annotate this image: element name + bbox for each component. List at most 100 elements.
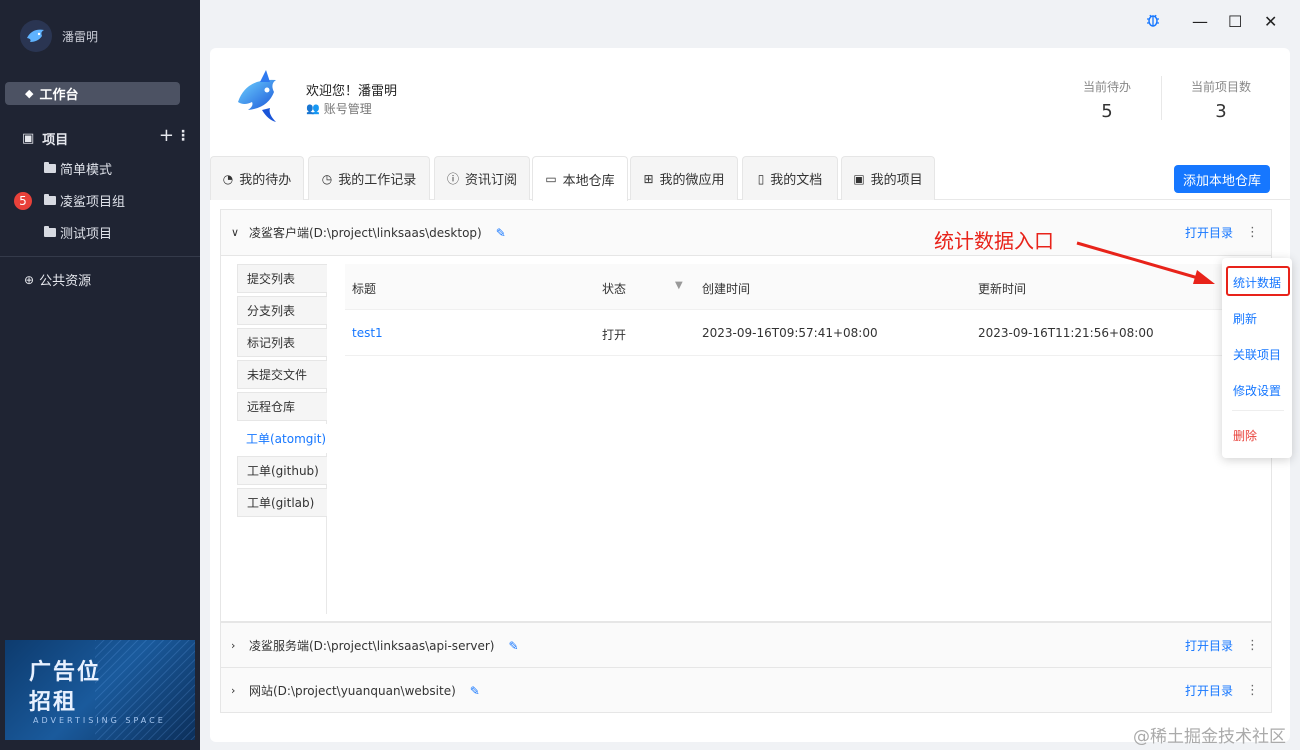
sidebar-item-label: 凌鲨项目组 xyxy=(60,194,126,210)
sidebar: 潘雷明 ◆ 工作台 ▣ 项目 + ⋮ 简单模式 5 凌鲨项目组 测试项目 ⊕ 公… xyxy=(0,0,200,750)
repo-header[interactable]: › 凌鲨服务端(D:\project\linksaas\api-server) … xyxy=(221,623,1271,668)
subnav-item[interactable]: 标记列表 xyxy=(237,328,327,357)
tab-bar: ◔ 我的待办 ◷ 我的工作记录 ⓘ 资讯订阅 ▭ 本地仓库 ⊞ 我的微应用 ▯ 我的文档 ▣… xyxy=(210,156,1290,201)
open-folder-link[interactable]: 打开目录 xyxy=(1185,682,1233,699)
tab-work-records[interactable]: ◷ 我的工作记录 xyxy=(308,156,430,200)
repo-header[interactable]: › 网站(D:\project\yuanquan\website) ✎ 打开目录… xyxy=(221,668,1271,713)
bug-icon[interactable] xyxy=(1145,12,1161,32)
tab-my-todo[interactable]: ◔ 我的待办 xyxy=(210,156,304,200)
repo-name: 凌鲨服务端(D:\project\linksaas\api-server) xyxy=(249,639,495,653)
folder-icon: ▭ xyxy=(545,172,557,186)
grid-icon: ⊞ xyxy=(643,171,654,186)
annotation-arrow-icon xyxy=(1076,241,1215,284)
chevron-right-icon[interactable]: › xyxy=(231,639,245,652)
tab-my-projects[interactable]: ▣ 我的项目 xyxy=(841,156,935,200)
stat-value: 5 xyxy=(1101,101,1113,122)
subnav-item[interactable]: 提交列表 xyxy=(237,264,327,293)
more-icon[interactable]: ⋮ xyxy=(1246,683,1259,698)
subnav-item-active[interactable]: 工单(atomgit) xyxy=(237,424,327,453)
user-profile[interactable]: 潘雷明 xyxy=(20,20,98,52)
more-icon[interactable]: ⋮ xyxy=(1246,225,1259,240)
add-local-repo-button[interactable]: 添加本地仓库 xyxy=(1174,165,1270,193)
subnav-item[interactable]: 分支列表 xyxy=(237,296,327,325)
sidebar-item-workbench[interactable]: ◆ 工作台 xyxy=(5,82,180,105)
ad-title: 广告位 xyxy=(29,660,102,685)
ad-banner[interactable]: 广告位 招租 ADVERTISING SPACE xyxy=(5,640,195,740)
tab-label: 本地仓库 xyxy=(562,173,615,189)
menu-item-delete[interactable]: 删除 xyxy=(1233,427,1257,444)
shark-logo-icon xyxy=(27,29,44,42)
repo-name: 凌鲨客户端(D:\project\linksaas\desktop) xyxy=(249,226,482,240)
title-bar: — ☐ ✕ xyxy=(200,0,1300,44)
project-icon: ▣ xyxy=(853,171,865,186)
subnav-item[interactable]: 远程仓库 xyxy=(237,392,327,421)
account-label: 账号管理 xyxy=(323,102,372,116)
tab-label: 我的工作记录 xyxy=(338,173,417,188)
filter-icon[interactable]: ▼ xyxy=(675,280,683,291)
sidebar-item-public-resources[interactable]: ⊕ 公共资源 xyxy=(24,270,91,290)
stat-label: 当前项目数 xyxy=(1190,80,1251,94)
tab-news-subscription[interactable]: ⓘ 资讯订阅 xyxy=(434,156,530,200)
column-header: 更新时间 xyxy=(978,282,1027,296)
welcome-header: 欢迎您！潘雷明 👥 账号管理 当前待办 5 当前项目数 3 xyxy=(210,48,1290,146)
table-row: test1 打开 2023-09-16T09:57:41+08:00 2023-… xyxy=(345,310,1225,356)
close-button[interactable]: ✕ xyxy=(1264,12,1277,31)
subnav-item[interactable]: 未提交文件 xyxy=(237,360,327,389)
open-folder-link[interactable]: 打开目录 xyxy=(1185,224,1233,241)
sidebar-item-project[interactable]: 测试项目 xyxy=(44,222,112,242)
sidebar-projects-header[interactable]: ▣ 项目 + ⋮ xyxy=(22,125,194,148)
issue-updated: 2023-09-16T11:21:56+08:00 xyxy=(978,326,1154,340)
chevron-down-icon[interactable]: ∨ xyxy=(231,226,245,239)
tab-micro-apps[interactable]: ⊞ 我的微应用 xyxy=(630,156,738,200)
menu-item-settings[interactable]: 修改设置 xyxy=(1233,382,1281,399)
history-icon: ◷ xyxy=(321,171,333,186)
info-icon: ⓘ xyxy=(446,172,459,186)
add-project-button[interactable]: + xyxy=(159,125,174,146)
sidebar-item-project[interactable]: 简单模式 xyxy=(44,158,112,178)
cube-icon: ◆ xyxy=(25,87,34,100)
tab-local-repo[interactable]: ▭ 本地仓库 xyxy=(532,156,628,201)
tab-label: 资讯订阅 xyxy=(465,173,518,188)
issue-created: 2023-09-16T09:57:41+08:00 xyxy=(702,326,878,340)
sidebar-item-label: 工作台 xyxy=(39,88,79,103)
divider xyxy=(1232,410,1284,411)
subnav-item[interactable]: 工单(gitlab) xyxy=(237,488,327,517)
more-icon[interactable]: ⋮ xyxy=(176,128,190,144)
tab-label: 我的待办 xyxy=(239,173,292,188)
chevron-right-icon[interactable]: › xyxy=(231,684,245,697)
menu-item-statistics[interactable]: 统计数据 xyxy=(1233,274,1281,291)
divider xyxy=(0,256,200,257)
minimize-button[interactable]: — xyxy=(1192,12,1208,31)
edit-icon[interactable]: ✎ xyxy=(508,639,518,653)
repo-name: 网站(D:\project\yuanquan\website) xyxy=(249,684,456,698)
annotation-label: 统计数据入口 xyxy=(934,229,1054,253)
column-header: 标题 xyxy=(352,282,377,296)
tab-my-docs[interactable]: ▯ 我的文档 xyxy=(742,156,838,200)
subnav-item[interactable]: 工单(github) xyxy=(237,456,327,485)
menu-item-refresh[interactable]: 刷新 xyxy=(1233,310,1257,327)
username: 潘雷明 xyxy=(62,29,99,44)
issue-title-link[interactable]: test1 xyxy=(352,326,383,340)
watermark: @稀土掘金技术社区 xyxy=(1133,727,1286,747)
tab-label: 我的文档 xyxy=(770,173,823,188)
folder-icon xyxy=(44,225,56,237)
repo-subnav: 提交列表 分支列表 标记列表 未提交文件 远程仓库 工单(atomgit) 工单… xyxy=(237,264,327,614)
stat-label: 当前待办 xyxy=(1082,80,1131,94)
avatar[interactable] xyxy=(20,20,52,52)
ad-subtitle: 招租 xyxy=(29,690,78,715)
column-header: 创建时间 xyxy=(702,282,751,296)
edit-icon[interactable]: ✎ xyxy=(496,226,506,240)
open-folder-link[interactable]: 打开目录 xyxy=(1185,637,1233,654)
welcome-greeting: 欢迎您！潘雷明 xyxy=(306,84,398,99)
clock-icon: ◔ xyxy=(222,171,234,186)
issue-status: 打开 xyxy=(602,328,627,342)
maximize-button[interactable]: ☐ xyxy=(1228,12,1242,31)
stat-project-count: 当前项目数 3 xyxy=(1181,78,1261,122)
repo-body: 提交列表 分支列表 标记列表 未提交文件 远程仓库 工单(atomgit) 工单… xyxy=(221,255,1271,621)
sidebar-item-label: 简单模式 xyxy=(60,162,113,178)
sidebar-item-project[interactable]: 凌鲨项目组 xyxy=(44,190,125,210)
menu-item-link-project[interactable]: 关联项目 xyxy=(1233,346,1281,363)
account-management-link[interactable]: 👥 账号管理 xyxy=(306,100,372,117)
edit-icon[interactable]: ✎ xyxy=(470,684,480,698)
more-icon[interactable]: ⋮ xyxy=(1246,638,1259,653)
